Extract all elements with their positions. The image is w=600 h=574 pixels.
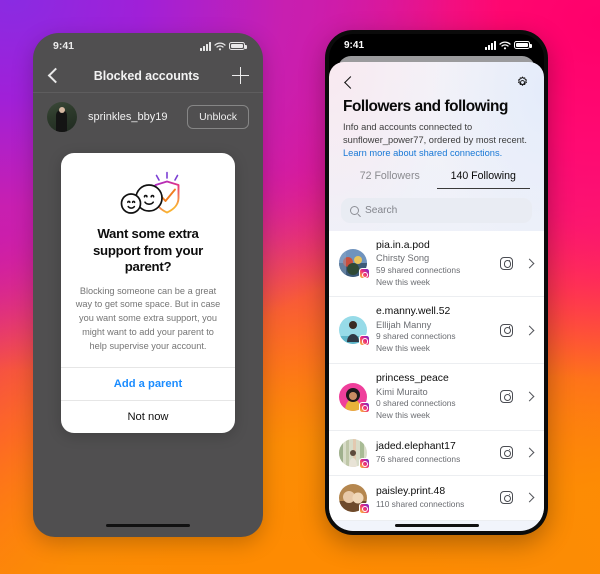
- instagram-icon: [359, 335, 370, 347]
- avatar: [47, 102, 77, 132]
- parental-supervision-shield-illustration: [120, 171, 180, 214]
- instagram-icon[interactable]: [500, 256, 513, 270]
- plus-icon[interactable]: [231, 67, 249, 84]
- list-item[interactable]: e.manny.well.52 Ellijah Manny 9 shared c…: [329, 297, 544, 364]
- tab-bar: 72 Followers 140 Following: [343, 170, 530, 189]
- list-item-fullname: Chirsty Song: [376, 253, 430, 264]
- tab-following[interactable]: 140 Following: [436, 170, 530, 189]
- page-subtitle: Info and accounts connected to sunflower…: [343, 122, 527, 146]
- blocked-account-row[interactable]: sprinkles_bby19 Unblock: [33, 93, 263, 141]
- list-item-fullname: Kimi Muraito: [376, 386, 428, 397]
- sheet-nav-bar: [343, 71, 530, 93]
- home-indicator: [106, 524, 190, 527]
- left-phone-mockup: 9:41 Blocked accounts sprinkles_bby19 Un…: [33, 33, 263, 537]
- list-item[interactable]: princess_peace Kimi Muraito 0 shared con…: [329, 364, 544, 431]
- unblock-button[interactable]: Unblock: [187, 105, 249, 129]
- battery-icon: [229, 41, 247, 51]
- list-item-shared: 9 shared connections: [376, 331, 456, 342]
- list-item-username: jaded.elephant17: [376, 440, 456, 452]
- parent-support-dialog: Want some extra support from your parent…: [61, 153, 235, 434]
- home-indicator: [394, 523, 479, 527]
- list-item-text: pia.in.a.pod Chirsty Song 59 shared conn…: [376, 239, 491, 289]
- following-list: pia.in.a.pod Chirsty Song 59 shared conn…: [329, 230, 544, 521]
- status-icons: [200, 41, 247, 51]
- status-time: 9:41: [344, 39, 365, 51]
- learn-more-link[interactable]: Learn more about shared connections.: [343, 147, 530, 160]
- wifi-icon: [499, 41, 511, 49]
- list-item-shared: 110 shared connections: [376, 498, 465, 509]
- chevron-right-icon[interactable]: [524, 391, 535, 402]
- status-time: 9:41: [53, 40, 75, 52]
- list-item-username: princess_peace: [376, 373, 449, 384]
- tab-followers[interactable]: 72 Followers: [343, 170, 437, 189]
- left-nav-bar: Blocked accounts: [33, 59, 263, 93]
- list-item-username: pia.in.a.pod: [376, 239, 430, 251]
- instagram-icon[interactable]: [500, 390, 513, 404]
- right-phone-mockup: 9:41 Followers and following Info and ac…: [325, 30, 548, 535]
- battery-icon: [514, 40, 532, 50]
- chevron-right-icon[interactable]: [524, 447, 535, 458]
- cellular-bars-icon: [485, 40, 496, 50]
- blocked-username: sprinkles_bby19: [88, 111, 168, 123]
- chevron-right-icon[interactable]: [524, 258, 535, 269]
- list-item[interactable]: paisley.print.48 110 shared connections: [329, 476, 544, 521]
- search-placeholder: Search: [365, 204, 398, 216]
- list-item-text: paisley.print.48 110 shared connections: [376, 485, 491, 511]
- dialog-body: Want some extra support from your parent…: [61, 153, 235, 367]
- instagram-icon[interactable]: [500, 491, 513, 505]
- followers-sheet: Followers and following Info and account…: [329, 62, 544, 531]
- avatar: [339, 483, 370, 514]
- instagram-icon[interactable]: [500, 323, 513, 337]
- avatar: [339, 249, 370, 280]
- instagram-icon: [359, 502, 370, 514]
- instagram-icon: [359, 457, 370, 469]
- avatar: [339, 438, 370, 469]
- search-section: Search: [329, 189, 544, 231]
- list-item[interactable]: pia.in.a.pod Chirsty Song 59 shared conn…: [329, 231, 544, 298]
- right-status-bar: 9:41: [329, 34, 544, 56]
- list-item-fullname: Ellijah Manny: [376, 320, 432, 331]
- page-title: Followers and following: [343, 98, 508, 115]
- chevron-right-icon[interactable]: [524, 492, 535, 503]
- page-title: Blocked accounts: [93, 68, 200, 83]
- instagram-icon[interactable]: [500, 446, 513, 460]
- list-item-text: e.manny.well.52 Ellijah Manny 9 shared c…: [376, 305, 491, 355]
- right-screen: 9:41 Followers and following Info and ac…: [329, 34, 544, 531]
- avatar: [339, 316, 370, 347]
- not-now-button[interactable]: Not now: [61, 400, 235, 433]
- list-item-username: e.manny.well.52: [376, 306, 451, 318]
- dialog-heading: Want some extra support from your parent…: [92, 226, 204, 274]
- list-item-recency: New this week: [376, 276, 430, 287]
- search-input[interactable]: Search: [341, 197, 532, 223]
- gear-icon[interactable]: [515, 75, 530, 90]
- avatar: [339, 382, 370, 413]
- list-item-text: jaded.elephant17 76 shared connections: [376, 440, 491, 466]
- list-item-username: paisley.print.48: [376, 485, 446, 497]
- sheet-stack: Followers and following Info and account…: [329, 56, 544, 531]
- list-item-shared: 0 shared connections: [376, 398, 456, 409]
- add-a-parent-button[interactable]: Add a parent: [61, 367, 235, 400]
- sheet-header: Followers and following Info and account…: [329, 62, 544, 189]
- dialog-body-text: Blocking someone can be a great way to g…: [75, 285, 221, 352]
- list-item[interactable]: jaded.elephant17 76 shared connections: [329, 431, 544, 476]
- list-item-text: princess_peace Kimi Muraito 0 shared con…: [376, 372, 491, 422]
- left-status-bar: 9:41: [33, 33, 263, 59]
- status-icons: [485, 40, 532, 50]
- list-item-recency: New this week: [376, 343, 430, 354]
- chevron-right-icon[interactable]: [524, 325, 535, 336]
- wifi-icon: [214, 42, 226, 50]
- list-item-shared: 59 shared connections: [376, 264, 461, 275]
- chevron-left-icon[interactable]: [344, 75, 357, 89]
- instagram-icon: [359, 268, 370, 280]
- cellular-bars-icon: [200, 41, 211, 51]
- list-item-recency: New this week: [376, 409, 430, 420]
- search-icon: [350, 205, 359, 215]
- list-item-shared: 76 shared connections: [376, 453, 461, 464]
- instagram-icon: [359, 401, 370, 413]
- chevron-left-icon[interactable]: [47, 67, 64, 84]
